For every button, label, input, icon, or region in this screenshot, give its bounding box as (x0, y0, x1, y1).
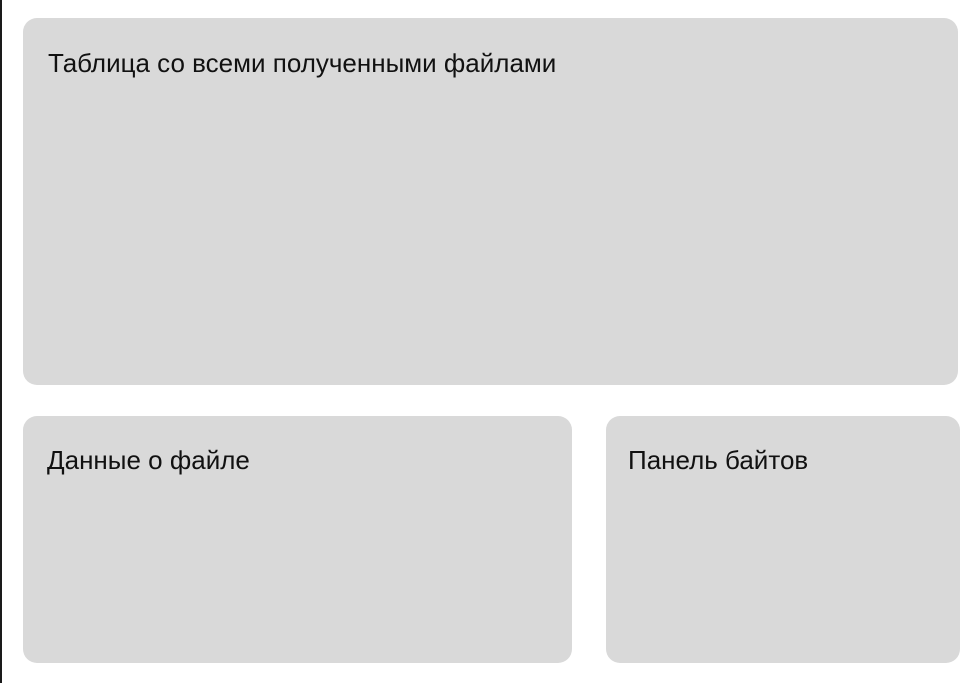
file-details-title: Данные о файле (47, 445, 250, 475)
bytes-panel[interactable]: Панель байтов (606, 416, 960, 663)
files-table-title: Таблица со всеми полученными файлами (48, 48, 557, 78)
left-border-divider (0, 0, 2, 683)
bytes-panel-title: Панель байтов (628, 445, 809, 475)
files-table-panel[interactable]: Таблица со всеми полученными файлами (23, 18, 958, 385)
file-details-panel[interactable]: Данные о файле (23, 416, 572, 663)
